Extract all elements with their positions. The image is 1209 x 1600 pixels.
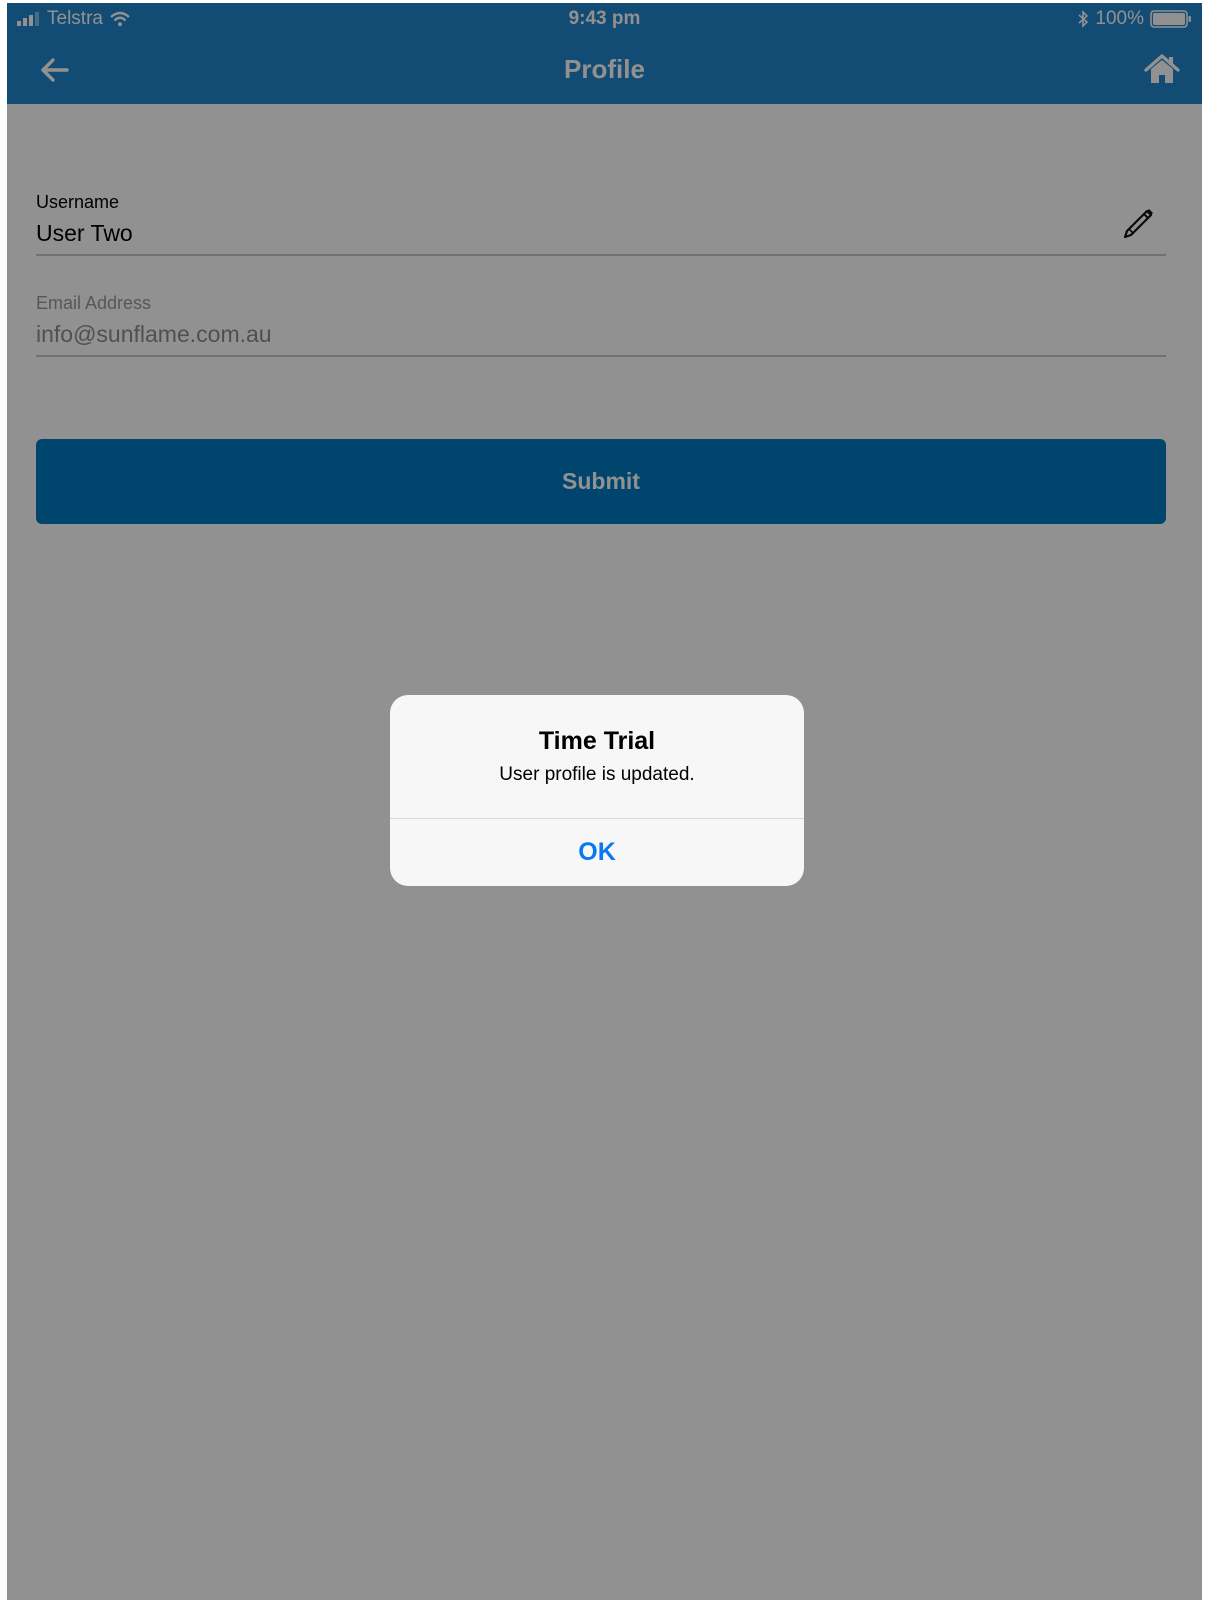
alert-title: Time Trial bbox=[538, 727, 656, 755]
profile-screen: Telstra 9:43 pm 100% Profile Username Us… bbox=[7, 3, 1202, 1600]
alert-dialog: Time Trial User profile is updated. OK bbox=[390, 695, 804, 886]
ok-button[interactable]: OK bbox=[390, 819, 804, 886]
alert-message: User profile is updated. bbox=[499, 764, 695, 785]
